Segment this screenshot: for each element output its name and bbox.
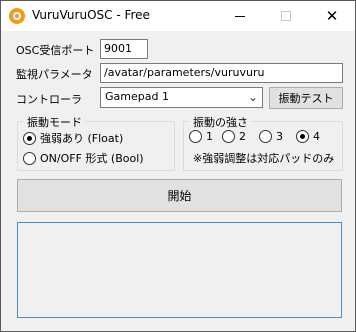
log-output[interactable] <box>17 222 342 318</box>
strength-2-label: 2 <box>239 130 246 143</box>
strength-4-label: 4 <box>313 130 320 143</box>
app-logo-icon <box>9 8 25 24</box>
strength-4-radio[interactable]: 4 <box>296 130 320 143</box>
radio-unchecked-icon <box>189 130 202 143</box>
strength-1-label: 1 <box>206 130 213 143</box>
strength-3-radio[interactable]: 3 <box>259 130 283 143</box>
start-button[interactable]: 開始 <box>17 179 342 212</box>
mode-float-radio[interactable]: 強弱あり (Float) <box>23 130 123 146</box>
mode-bool-label: ON/OFF 形式 (Bool) <box>40 152 144 165</box>
title-bar[interactable]: VuruVuruOSC - Free ✕ <box>1 1 355 31</box>
close-button[interactable]: ✕ <box>309 1 355 31</box>
strength-note: ※強弱調整は対応パッドのみ <box>193 152 335 165</box>
vibration-strength-group: 振動の強さ 1 2 3 4 ※強弱調整は対応パッドのみ <box>183 114 343 171</box>
chevron-down-icon: ⌄ <box>247 90 258 104</box>
radio-checked-icon <box>23 131 36 145</box>
mode-float-label: 強弱あり (Float) <box>40 132 124 145</box>
strength-2-radio[interactable]: 2 <box>222 130 246 143</box>
vibration-mode-title: 振動モード <box>24 114 85 130</box>
controller-select[interactable]: Gamepad 1 ⌄ <box>100 87 263 108</box>
radio-unchecked-icon <box>259 130 272 143</box>
window-title: VuruVuruOSC - Free <box>32 8 150 22</box>
strength-3-label: 3 <box>276 130 283 143</box>
controller-selected-value: Gamepad 1 <box>105 90 169 103</box>
close-icon: ✕ <box>325 6 339 25</box>
strength-1-radio[interactable]: 1 <box>189 130 213 143</box>
app-window: VuruVuruOSC - Free ✕ OSC受信ポート 9001 監視パラメ… <box>0 0 356 332</box>
minimize-icon <box>235 15 245 17</box>
minimize-button[interactable] <box>217 1 263 31</box>
controller-label: コントローラ <box>16 93 82 106</box>
param-input[interactable]: /avatar/parameters/vuruvuru <box>100 63 343 83</box>
vibration-mode-group: 振動モード 強弱あり (Float) ON/OFF 形式 (Bool) <box>17 114 175 171</box>
radio-unchecked-icon <box>222 130 235 143</box>
vibrate-test-button[interactable]: 振動テスト <box>269 87 343 109</box>
param-label: 監視パラメータ <box>16 68 93 81</box>
osc-port-input[interactable]: 9001 <box>100 39 148 59</box>
radio-unchecked-icon <box>23 151 36 165</box>
vibration-strength-title: 振動の強さ <box>190 114 251 130</box>
maximize-button <box>263 1 309 31</box>
radio-checked-icon <box>296 130 309 143</box>
maximize-icon <box>281 11 291 21</box>
mode-bool-radio[interactable]: ON/OFF 形式 (Bool) <box>23 150 144 166</box>
osc-port-label: OSC受信ポート <box>16 44 95 57</box>
